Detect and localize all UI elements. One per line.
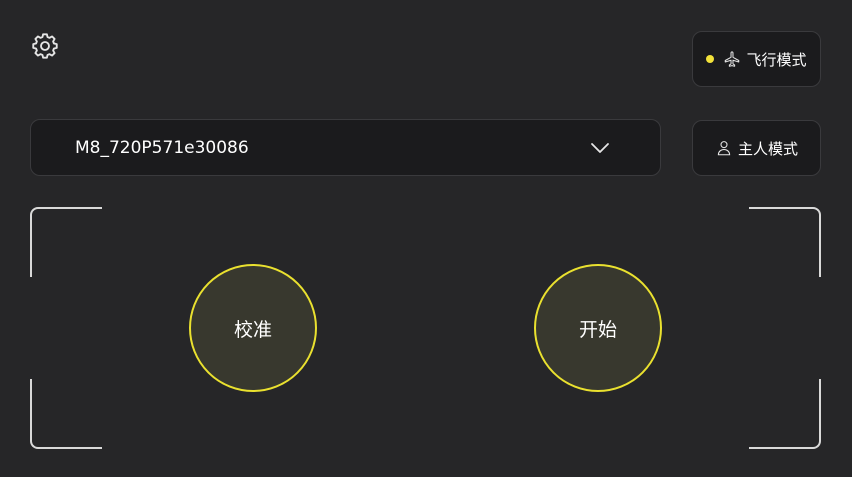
start-label: 开始: [578, 318, 617, 341]
airplane-icon: [725, 51, 740, 67]
frame-corner-top-left: [30, 207, 102, 277]
calibrate-label: 校准: [233, 318, 272, 341]
flight-mode-label: 飞行模式: [746, 50, 807, 69]
settings-button[interactable]: [28, 29, 62, 63]
device-select-value: M8_720P571e30086: [75, 137, 249, 158]
start-button[interactable]: 开始: [534, 264, 662, 392]
flight-mode-indicator: [706, 55, 715, 63]
person-icon: [717, 141, 731, 156]
calibrate-button[interactable]: 校准: [189, 264, 317, 392]
chevron-down-icon: [591, 142, 609, 153]
frame-corner-top-right: [749, 207, 821, 277]
owner-mode-label: 主人模式: [737, 139, 798, 158]
frame-corner-bottom-left: [30, 379, 102, 449]
gear-icon: [32, 33, 58, 59]
frame-corner-bottom-right: [749, 379, 821, 449]
flight-mode-button[interactable]: 飞行模式: [692, 31, 821, 87]
owner-mode-button[interactable]: 主人模式: [692, 120, 821, 176]
device-select[interactable]: M8_720P571e30086: [30, 119, 661, 176]
